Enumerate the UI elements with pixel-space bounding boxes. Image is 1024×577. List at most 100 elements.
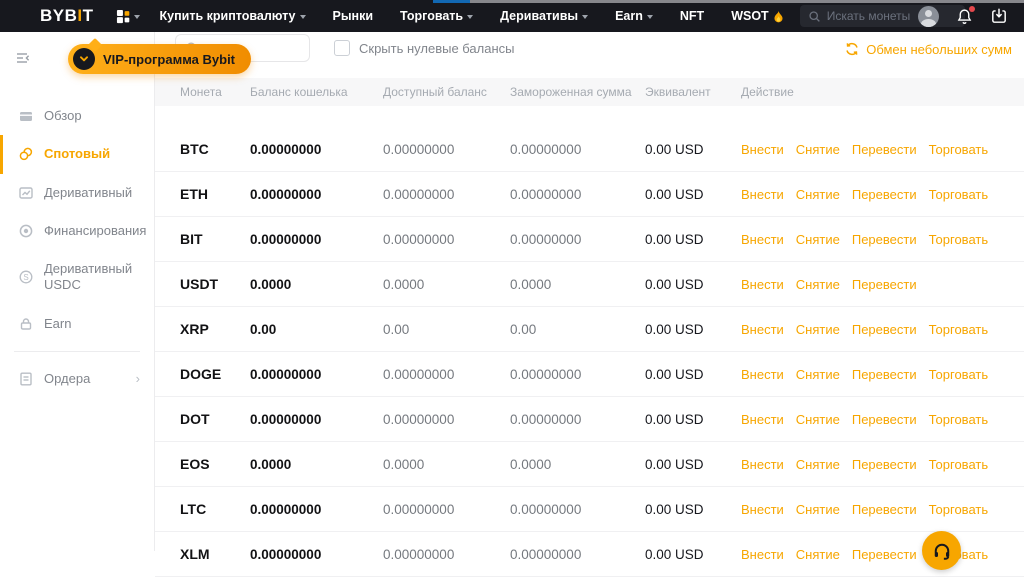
wallet-balance: 0.00000000 bbox=[250, 367, 383, 382]
action-link-внести[interactable]: Внести bbox=[741, 187, 784, 202]
action-link-снятие[interactable]: Снятие bbox=[796, 277, 840, 292]
sidebar-item-label: Ордера bbox=[44, 371, 126, 387]
action-link-перевести[interactable]: Перевести bbox=[852, 187, 917, 202]
nav-item-торговать[interactable]: Торговать bbox=[400, 9, 473, 23]
action-link-снятие[interactable]: Снятие bbox=[796, 412, 840, 427]
convert-small-balances-link[interactable]: Обмен небольших сумм bbox=[844, 41, 1012, 57]
action-link-перевести[interactable]: Перевести bbox=[852, 322, 917, 337]
sidebar-item-обзор[interactable]: Обзор bbox=[0, 97, 154, 135]
action-link-внести[interactable]: Внести bbox=[741, 367, 784, 382]
balances-table: МонетаБаланс кошелькаДоступный балансЗам… bbox=[155, 78, 1024, 577]
nav-right-icons bbox=[918, 0, 1008, 32]
frozen-amount: 0.00000000 bbox=[510, 367, 645, 382]
action-link-торговать[interactable]: Торговать bbox=[929, 502, 989, 517]
action-link-внести[interactable]: Внести bbox=[741, 412, 784, 427]
action-link-торговать[interactable]: Торговать bbox=[929, 232, 989, 247]
action-link-снятие[interactable]: Снятие bbox=[796, 367, 840, 382]
sidebar-item-ордера[interactable]: Ордера› bbox=[0, 360, 154, 398]
row-actions: Внести Снятие Перевести Торговать bbox=[741, 142, 1024, 157]
checkbox[interactable] bbox=[334, 40, 350, 56]
action-link-перевести[interactable]: Перевести bbox=[852, 277, 917, 292]
nav-item-label: Торговать bbox=[400, 9, 463, 23]
nav-item-рынки[interactable]: Рынки bbox=[333, 9, 374, 23]
chevron-down-icon bbox=[300, 15, 306, 19]
action-link-перевести[interactable]: Перевести bbox=[852, 367, 917, 382]
row-actions: Внести Снятие Перевести Торговать bbox=[741, 412, 1024, 427]
action-link-торговать[interactable]: Торговать bbox=[929, 412, 989, 427]
equivalent-value: 0.00 USD bbox=[645, 322, 741, 337]
funding-icon bbox=[18, 223, 34, 239]
sidebar-item-финансирования[interactable]: Финансирования bbox=[0, 212, 154, 250]
table-row-xrp: XRP0.000.000.000.00 USDВнестиСнятиеПерев… bbox=[155, 307, 1024, 352]
chevron-down-icon bbox=[467, 15, 473, 19]
sidebar: ОбзорСпотовыйДеривативный Финансирования S… bbox=[0, 32, 155, 551]
bybit-logo[interactable]: BYBIT bbox=[40, 6, 94, 26]
available-balance: 0.00 bbox=[383, 322, 510, 337]
action-link-внести[interactable]: Внести bbox=[741, 277, 784, 292]
action-link-внести[interactable]: Внести bbox=[741, 322, 784, 337]
equivalent-value: 0.00 USD bbox=[645, 187, 741, 202]
action-link-внести[interactable]: Внести bbox=[741, 457, 784, 472]
vip-program-badge[interactable]: VIP-программа Bybit bbox=[68, 44, 251, 74]
action-link-торговать[interactable]: Торговать bbox=[929, 322, 989, 337]
sidebar-item-earn[interactable]: Earn bbox=[0, 305, 154, 343]
nav-item-wsot[interactable]: WSOT bbox=[731, 9, 784, 23]
action-link-внести[interactable]: Внести bbox=[741, 142, 784, 157]
action-link-внести[interactable]: Внести bbox=[741, 232, 784, 247]
nav-item-label: Earn bbox=[615, 9, 643, 23]
sidebar-item-спотовый[interactable]: Спотовый bbox=[0, 135, 154, 173]
action-link-снятие[interactable]: Снятие bbox=[796, 322, 840, 337]
equivalent-value: 0.00 USD bbox=[645, 457, 741, 472]
action-link-снятие[interactable]: Снятие bbox=[796, 187, 840, 202]
overview-icon bbox=[18, 108, 34, 124]
column-header: Действие bbox=[741, 85, 1024, 99]
wallet-balance: 0.00000000 bbox=[250, 412, 383, 427]
user-avatar[interactable] bbox=[918, 6, 939, 27]
coin-name: USDT bbox=[180, 276, 250, 292]
download-icon bbox=[990, 7, 1008, 25]
nav-item-nft[interactable]: NFT bbox=[680, 9, 704, 23]
hide-zero-balances-toggle[interactable]: Скрыть нулевые балансы bbox=[334, 40, 515, 56]
swap-circle-icon bbox=[844, 41, 860, 57]
vip-icon bbox=[73, 48, 95, 70]
nav-item-купить-криптовалюту[interactable]: Купить криптовалюту bbox=[160, 9, 306, 23]
action-link-внести[interactable]: Внести bbox=[741, 502, 784, 517]
action-link-перевести[interactable]: Перевести bbox=[852, 142, 917, 157]
action-link-снятие[interactable]: Снятие bbox=[796, 457, 840, 472]
action-link-перевести[interactable]: Перевести bbox=[852, 457, 917, 472]
action-link-внести[interactable]: Внести bbox=[741, 547, 784, 562]
action-link-снятие[interactable]: Снятие bbox=[796, 502, 840, 517]
action-link-перевести[interactable]: Перевести bbox=[852, 412, 917, 427]
column-header: Монета bbox=[180, 85, 250, 99]
action-link-торговать[interactable]: Торговать bbox=[929, 187, 989, 202]
action-link-перевести[interactable]: Перевести bbox=[852, 502, 917, 517]
nav-item-earn[interactable]: Earn bbox=[615, 9, 653, 23]
download-app-button[interactable] bbox=[990, 7, 1008, 25]
convert-small-balances-label: Обмен небольших сумм bbox=[866, 42, 1012, 57]
action-link-торговать[interactable]: Торговать bbox=[929, 457, 989, 472]
sidebar-item-деривативный[interactable]: Деривативный bbox=[0, 174, 154, 212]
sidebar-collapse-button[interactable] bbox=[15, 50, 31, 66]
equivalent-value: 0.00 USD bbox=[645, 232, 741, 247]
nav-item-label: Рынки bbox=[333, 9, 374, 23]
nav-item-деривативы[interactable]: Деривативы bbox=[500, 9, 588, 23]
table-row-usdt: USDT0.00000.00000.00000.00 USDВнестиСнят… bbox=[155, 262, 1024, 307]
row-actions: ВнестиСнятиеПеревестиТорговать bbox=[741, 547, 1024, 562]
row-actions: Внести Снятие Перевести Торговать bbox=[741, 322, 1024, 337]
action-link-перевести[interactable]: Перевести bbox=[852, 232, 917, 247]
coin-name: ETH bbox=[180, 186, 250, 202]
action-link-торговать[interactable]: Торговать bbox=[929, 142, 989, 157]
sidebar-item-label: Финансирования bbox=[44, 223, 146, 239]
action-link-снятие[interactable]: Снятие bbox=[796, 142, 840, 157]
sidebar-divider bbox=[14, 351, 140, 352]
frozen-amount: 0.00 bbox=[510, 322, 645, 337]
notifications-button[interactable] bbox=[956, 8, 973, 25]
row-actions: Внести Снятие Перевести bbox=[741, 277, 1024, 292]
action-link-перевести[interactable]: Перевести bbox=[852, 547, 917, 562]
action-link-снятие[interactable]: Снятие bbox=[796, 547, 840, 562]
action-link-торговать[interactable]: Торговать bbox=[929, 367, 989, 382]
frozen-amount: 0.00000000 bbox=[510, 187, 645, 202]
sidebar-item-деривативный-usdc[interactable]: SДеривативный USDC bbox=[0, 250, 154, 305]
action-link-снятие[interactable]: Снятие bbox=[796, 232, 840, 247]
apps-grid-button[interactable] bbox=[116, 9, 140, 24]
